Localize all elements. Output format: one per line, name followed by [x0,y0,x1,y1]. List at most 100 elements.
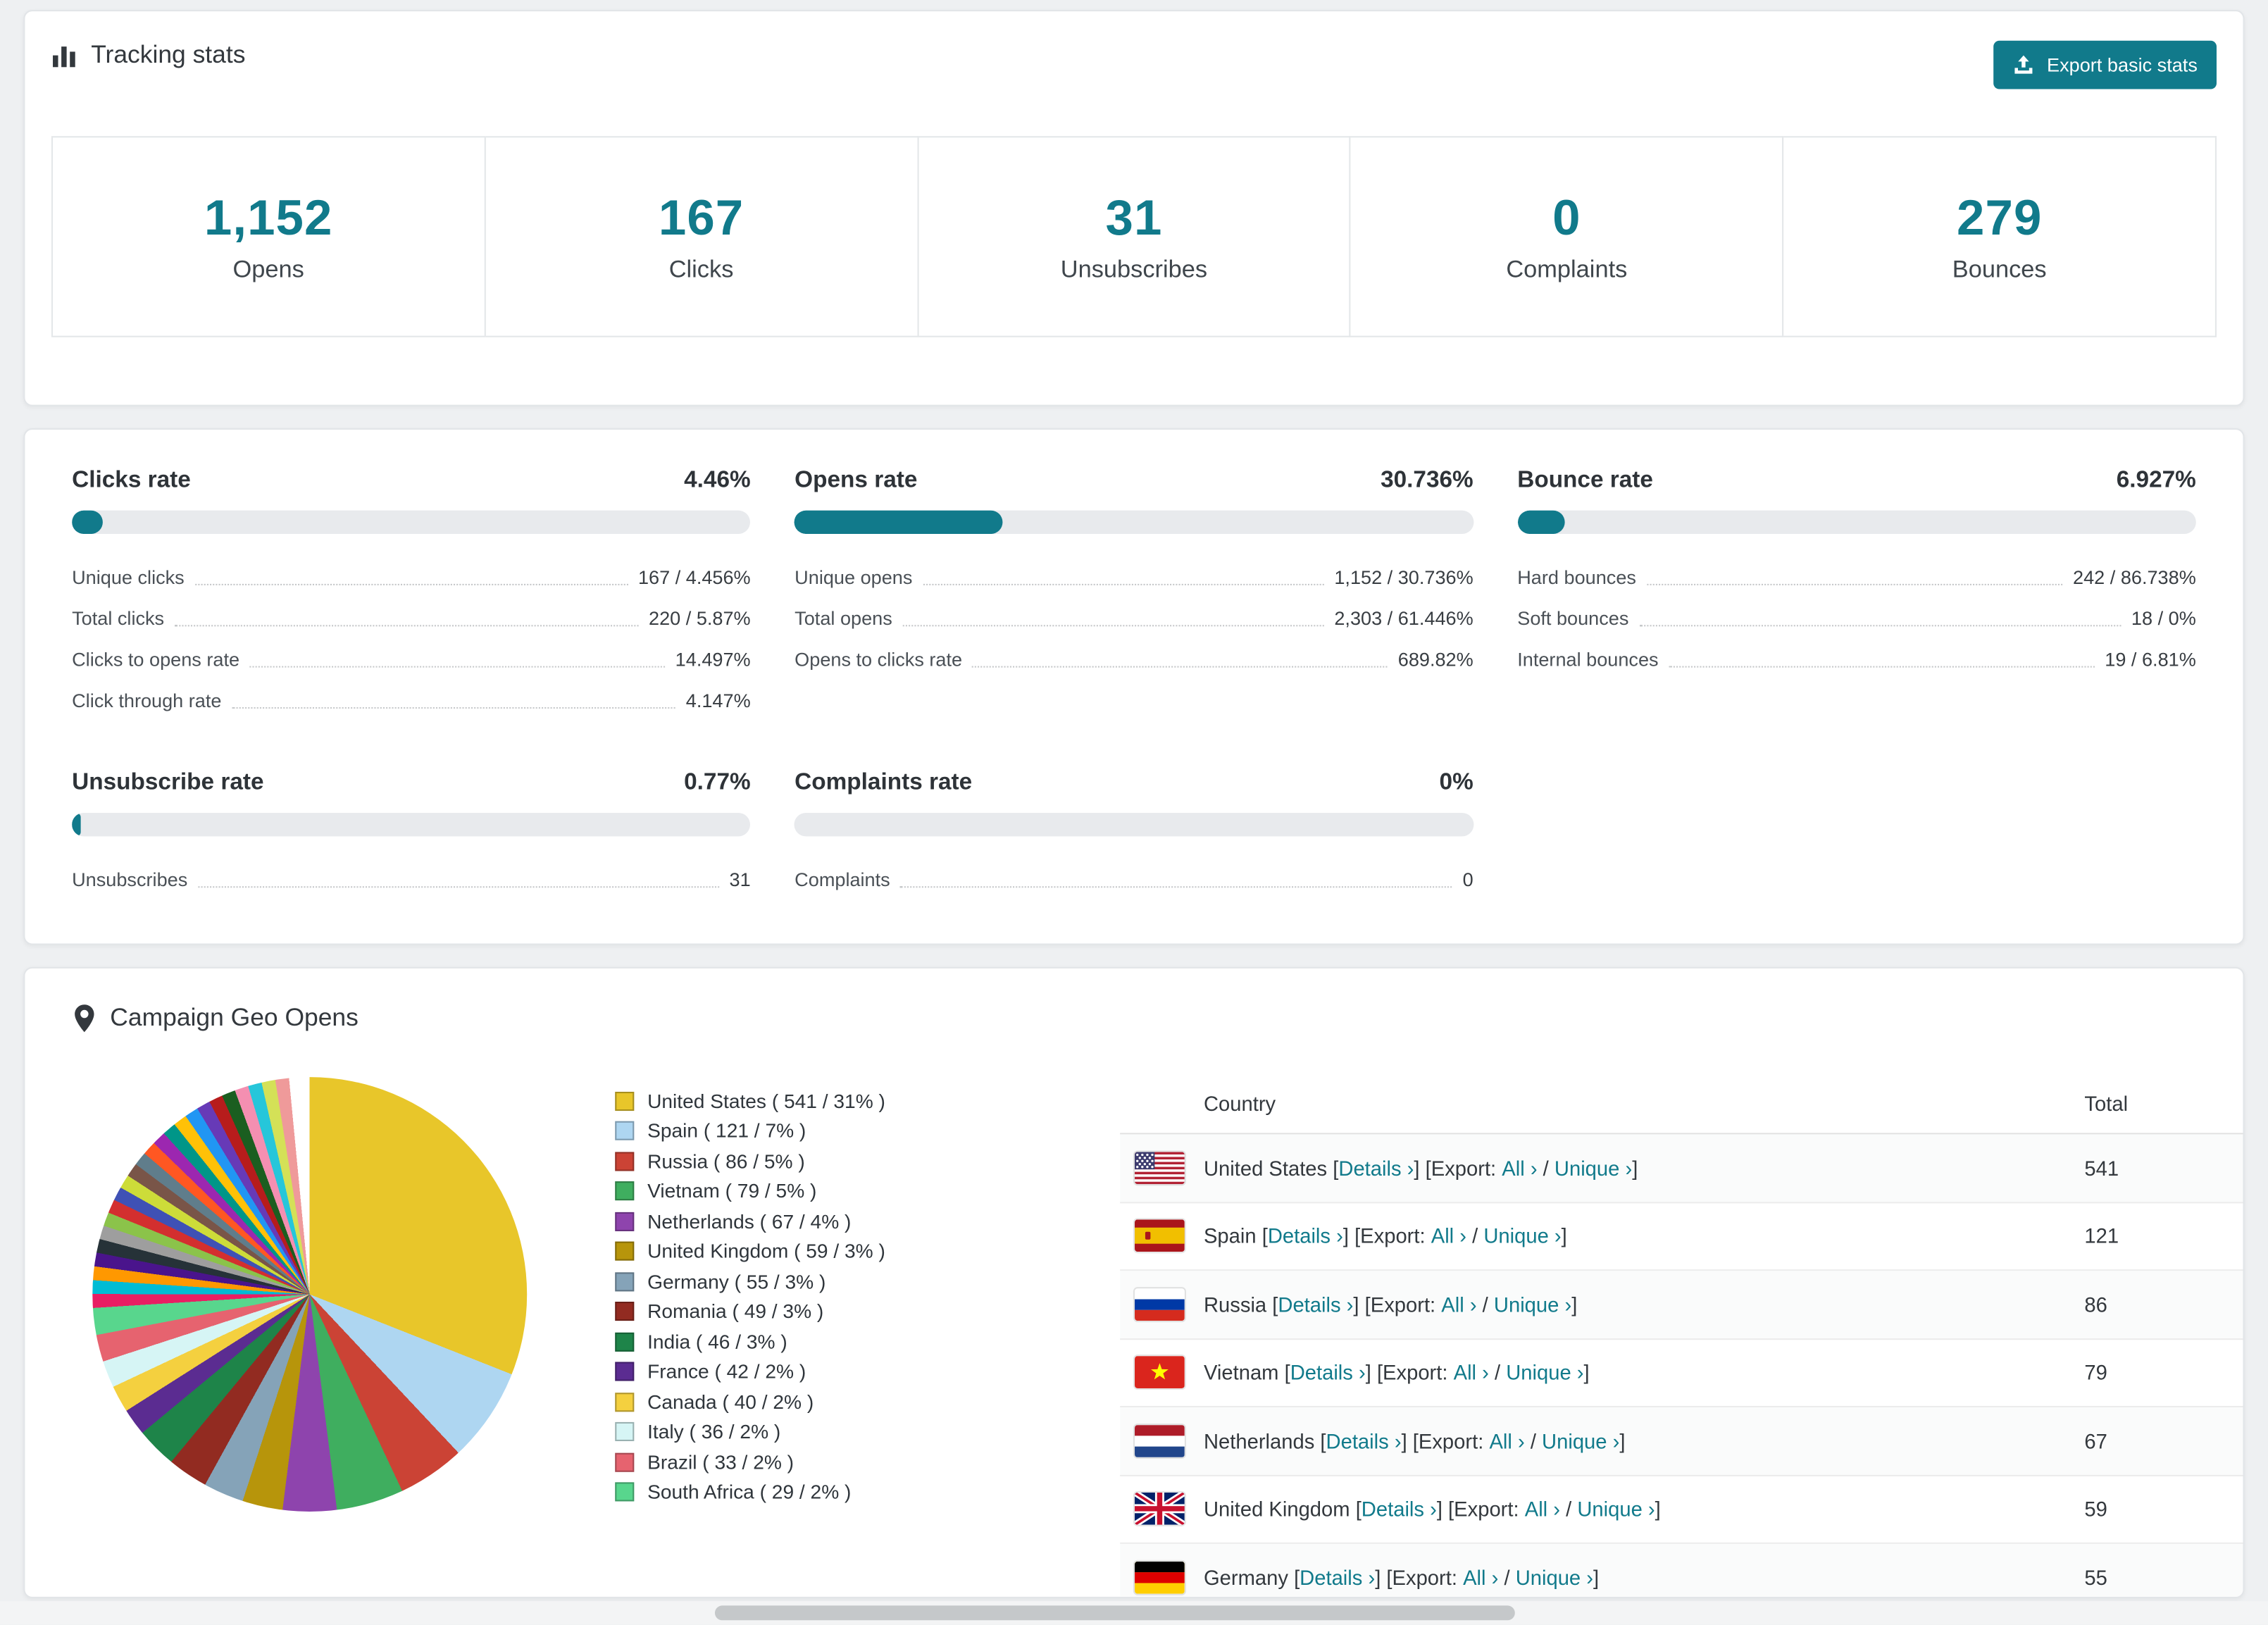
legend-label: Netherlands ( 67 / 4% ) [647,1210,852,1233]
rate-detail-row: Soft bounces 18 / 0% [1517,597,2196,638]
table-row: United Kingdom [Details ›] [Export: All … [1120,1476,2243,1544]
export-all-link[interactable]: All › [1525,1498,1560,1521]
complaints-rate-value: 0% [1439,770,1473,795]
legend-color-swatch [615,1091,635,1111]
unsubscribes-label: Unsubscribes [1060,256,1208,282]
bracket-export: ] [Export: [1414,1156,1502,1180]
dotted-leader [900,885,1453,888]
export-all-link[interactable]: All › [1454,1361,1489,1384]
export-unique-link[interactable]: Unique › [1542,1429,1619,1452]
country-total: 79 [2084,1360,2107,1385]
rate-row-value: 2,303 / 61.446% [1334,606,1473,629]
table-row: Spain [Details ›] [Export: All › / Uniqu… [1120,1202,2243,1271]
geo-country-table: Country Total United States [Details ›] … [1120,1074,2243,1597]
export-unique-link[interactable]: Unique › [1516,1566,1593,1589]
details-link[interactable]: Details › [1338,1156,1414,1179]
legend-item: Romania ( 49 / 3% ) [615,1297,1120,1327]
link-separator: / [1537,1156,1554,1180]
details-link[interactable]: Details › [1326,1429,1402,1452]
export-unique-link[interactable]: Unique › [1554,1156,1632,1179]
bracket-close: ] [1593,1565,1600,1589]
legend-item: United Kingdom ( 59 / 3% ) [615,1236,1120,1266]
total-column-header: Total [2084,1091,2129,1116]
legend-label: France ( 42 / 2% ) [647,1360,806,1383]
legend-color-swatch [615,1121,635,1141]
rate-row-value: 19 / 6.81% [2105,647,2196,670]
details-link[interactable]: Details › [1300,1566,1375,1589]
country-flag-icon [1135,1493,1185,1526]
details-link[interactable]: Details › [1268,1224,1343,1247]
legend-label: Spain ( 121 / 7% ) [647,1120,806,1143]
rate-row-value: 689.82% [1397,647,1473,670]
export-unique-link[interactable]: Unique › [1577,1498,1655,1521]
map-pin-icon [75,1004,94,1033]
horizontal-scrollbar-track [0,1601,2268,1625]
export-unique-link[interactable]: Unique › [1494,1293,1571,1316]
bracket-before-details: [ [1350,1497,1362,1521]
rate-row-label: Unique opens [795,565,913,588]
rate-row-label: Clicks to opens rate [72,647,240,670]
legend-color-swatch [615,1452,635,1472]
details-link[interactable]: Details › [1290,1361,1366,1384]
legend-label: United States ( 541 / 31% ) [647,1090,885,1112]
rate-row-value: 167 / 4.456% [637,565,751,588]
export-all-link[interactable]: All › [1441,1293,1476,1316]
opens-count: 1,152 [204,189,333,246]
export-all-link[interactable]: All › [1431,1224,1466,1247]
country-total: 541 [2084,1156,2119,1180]
rate-row-label: Total clicks [72,606,165,629]
legend-item: South Africa ( 29 / 2% ) [615,1477,1120,1507]
link-separator: / [1476,1292,1494,1316]
export-unique-link[interactable]: Unique › [1506,1361,1583,1384]
rate-detail-row: Complaints 0 [795,859,1473,899]
country-cell: United States [Details ›] [Export: All ›… [1135,1151,2084,1184]
legend-color-swatch [615,1362,635,1382]
dotted-leader [1646,583,2063,585]
export-all-link[interactable]: All › [1502,1156,1537,1179]
dotted-leader [194,583,628,585]
export-all-link[interactable]: All › [1489,1429,1524,1452]
rate-detail-row: Click through rate 4.147% [72,679,751,720]
unsubscribe-rate-details: Unsubscribes 31 [72,859,751,899]
opens-rate-title: Opens rate [795,468,918,493]
details-link[interactable]: Details › [1362,1498,1437,1521]
legend-label: Germany ( 55 / 3% ) [647,1270,826,1293]
table-row: Germany [Details ›] [Export: All › / Uni… [1120,1543,2243,1597]
export-unique-link[interactable]: Unique › [1483,1224,1561,1247]
bar-chart-icon [53,46,75,68]
country-cell: Netherlands [Details ›] [Export: All › /… [1135,1424,2084,1457]
legend-label: Vietnam ( 79 / 5% ) [647,1180,817,1202]
legend-item: France ( 42 / 2% ) [615,1357,1120,1387]
country-name: United States [1203,1156,1328,1180]
country-name: Russia [1203,1292,1267,1316]
export-basic-stats-button[interactable]: Export basic stats [1994,40,2217,89]
rate-row-label: Internal bounces [1517,647,1659,670]
table-row: United States [Details ›] [Export: All ›… [1120,1134,2243,1203]
clicks-label: Clicks [668,256,734,282]
bounce-rate-panel: Bounce rate 6.927% Hard bounces 242 / 86… [1517,468,2196,720]
country-column-header: Country [1203,1091,1276,1116]
page-title: Tracking stats [91,40,246,69]
details-link[interactable]: Details › [1278,1293,1353,1316]
horizontal-scrollbar-thumb[interactable] [714,1605,1515,1621]
bracket-close: ] [1583,1360,1590,1385]
table-row: Vietnam [Details ›] [Export: All › / Uni… [1120,1339,2243,1408]
geo-opens-title: Campaign Geo Opens [110,1003,359,1032]
legend-label: Russia ( 86 / 5% ) [647,1150,805,1173]
rate-detail-row: Unsubscribes 31 [72,859,751,899]
country-total: 121 [2084,1224,2119,1248]
bounces-label: Bounces [1952,256,2047,282]
export-all-link[interactable]: All › [1463,1566,1498,1589]
bracket-before-details: [ [1288,1565,1300,1589]
legend-label: Brazil ( 33 / 2% ) [647,1451,795,1474]
link-separator: / [1466,1224,1484,1248]
legend-color-swatch [615,1332,635,1352]
stats-row: 1,152 Opens 167 Clicks 31 Unsubscribes 0… [51,136,2217,337]
dotted-leader [922,583,1324,585]
complaints-label: Complaints [1506,256,1628,282]
page: Tracking stats Export basic stats 1,152 … [0,10,2268,1625]
country-name: United Kingdom [1203,1497,1350,1521]
legend-color-swatch [615,1422,635,1442]
dotted-leader [902,624,1324,626]
export-icon [2015,55,2033,74]
